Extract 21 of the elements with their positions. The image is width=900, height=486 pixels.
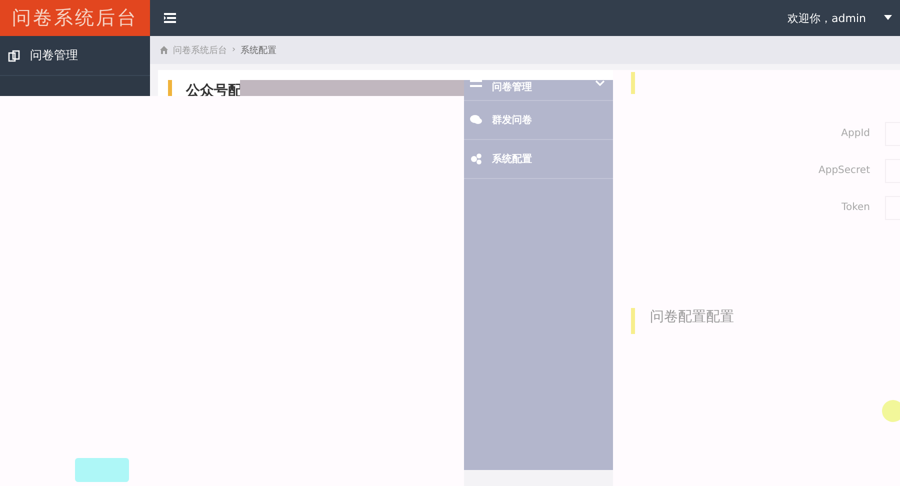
action-button[interactable] bbox=[75, 458, 129, 482]
section-title: 问卷配置配置 bbox=[650, 308, 734, 326]
section-marker bbox=[631, 72, 635, 94]
app-logo: 问卷系统后台 bbox=[0, 0, 150, 36]
breadcrumb-separator: › bbox=[232, 45, 236, 55]
chevron-icon bbox=[595, 80, 605, 86]
documents-icon bbox=[8, 50, 20, 62]
share-icon bbox=[470, 153, 482, 165]
breadcrumb-current: 系统配置 bbox=[240, 44, 277, 56]
home-icon bbox=[160, 46, 168, 54]
field-label: AppSecret bbox=[818, 165, 870, 176]
menu-item[interactable]: 问卷管理 bbox=[464, 80, 613, 101]
menu-icon[interactable] bbox=[164, 13, 176, 23]
caret-icon[interactable] bbox=[884, 15, 892, 21]
chat-icon bbox=[470, 115, 482, 125]
section-marker bbox=[631, 308, 635, 334]
list-icon bbox=[470, 80, 482, 88]
field-label: Token bbox=[842, 202, 870, 213]
breadcrumb-link[interactable]: 问卷系统后台 bbox=[173, 44, 227, 56]
field-label: AppId bbox=[841, 128, 870, 139]
welcome-text: 欢迎你，admin bbox=[788, 10, 866, 26]
